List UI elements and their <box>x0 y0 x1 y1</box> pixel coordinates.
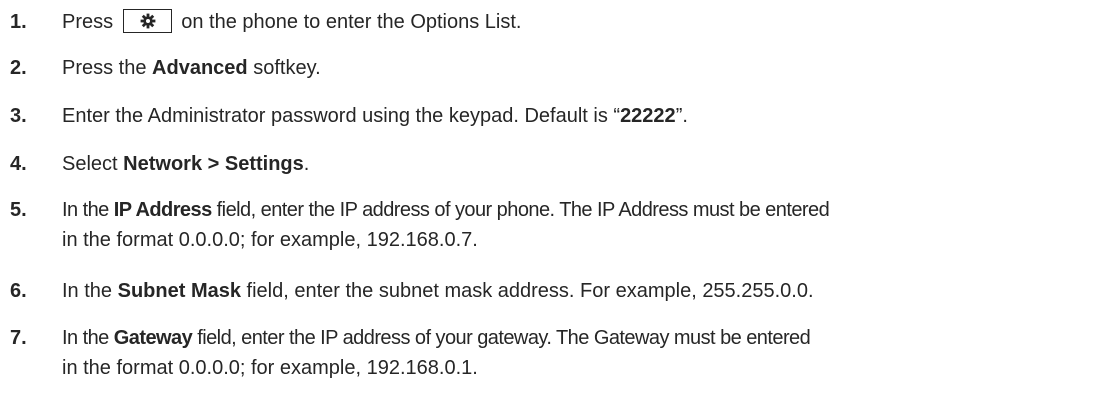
gear-icon <box>140 13 156 29</box>
step-text: Select Network > Settings. <box>62 149 1102 179</box>
step-text-bold: IP Address <box>113 199 212 221</box>
step-text: In the Gateway field, enter the IP addre… <box>62 323 1102 383</box>
options-key-icon <box>122 9 172 33</box>
step-number: 4. <box>10 153 27 175</box>
step-text-bold: 22222 <box>620 105 676 127</box>
step-text: Enter the Administrator password using t… <box>62 101 1102 131</box>
step-text-after: field, enter the IP address of your gate… <box>197 327 811 349</box>
step-text-before: Enter the Administrator password using t… <box>62 105 621 127</box>
step-number: 7. <box>10 327 27 349</box>
step-text-bold: Gateway <box>113 327 193 349</box>
step-number: 2. <box>10 57 27 79</box>
step-text: Press the Advanced softkey. <box>62 53 1102 83</box>
step-text-bold: Advanced <box>152 57 248 79</box>
step-text-after: . <box>303 153 310 175</box>
step-number: 5. <box>10 199 27 221</box>
step-text-before: Press <box>62 11 114 33</box>
step-text-before: Press the <box>62 57 147 79</box>
step-text: In the IP Address field, enter the IP ad… <box>62 195 1102 255</box>
step-text-line2: in the format 0.0.0.0; for example, 192.… <box>62 229 478 251</box>
step-number: 6. <box>10 280 27 302</box>
step-text-before: Select <box>62 153 118 175</box>
step-text-after: on the phone to enter the Options List. <box>181 11 522 33</box>
step-text-after: ”. <box>675 105 688 127</box>
step-text: In the Subnet Mask field, enter the subn… <box>62 276 1102 306</box>
step-text-before: In the <box>62 199 109 221</box>
step-number: 3. <box>10 105 27 127</box>
step-text-bold: Subnet Mask <box>117 280 241 302</box>
step-text-after: field, enter the IP address of your phon… <box>216 199 830 221</box>
step-text-after: softkey. <box>253 57 321 79</box>
step-text-before: In the <box>62 280 113 302</box>
step-text-before: In the <box>62 327 109 349</box>
step-text: Press on the phone to enter the Options … <box>62 7 1102 37</box>
step-text-bold: Network > Settings <box>123 153 304 175</box>
step-number: 1. <box>10 11 27 33</box>
step-text-line2: in the format 0.0.0.0; for example, 192.… <box>62 357 478 379</box>
step-text-after: field, enter the subnet mask address. Fo… <box>246 280 814 302</box>
